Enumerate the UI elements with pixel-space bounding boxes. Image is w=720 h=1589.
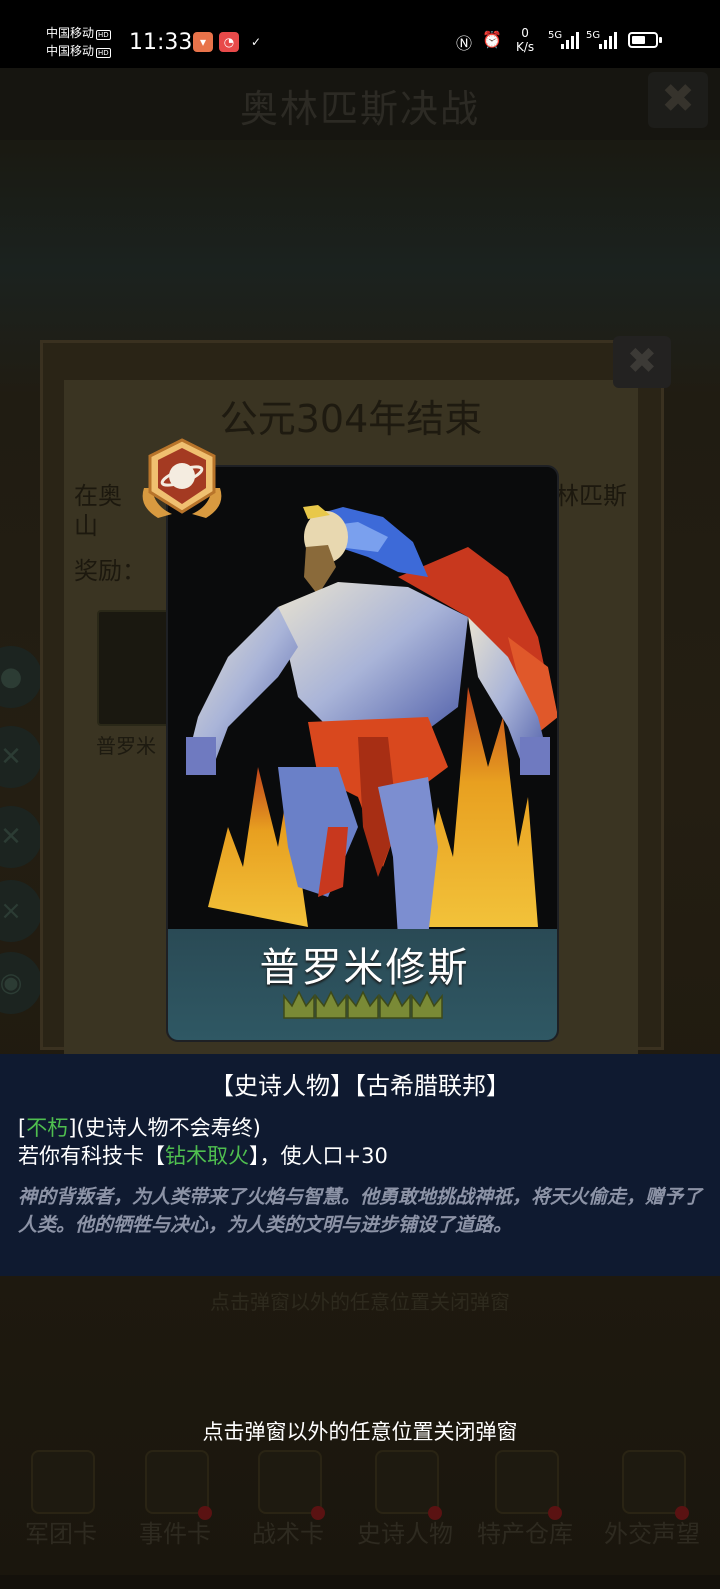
crown-icon [375, 1450, 439, 1514]
background-title: 奥林匹斯决战 [239, 87, 480, 131]
nfc-icon: Ⓝ [456, 34, 473, 53]
app-icon-red: ◔ [219, 32, 239, 52]
background-close-button[interactable]: ✖ [648, 72, 708, 128]
nav-specialty-warehouse[interactable]: 特产仓库 [470, 1450, 580, 1580]
trait-keyword: 不朽 [26, 1116, 69, 1140]
card-description: 神的背叛者，为人类带来了火焰与智慧。他勇敢地挑战神祇，将天火偷走，赠予了人类。他… [18, 1186, 703, 1236]
nav-diplomacy-reputation[interactable]: 外交声望 [597, 1450, 707, 1580]
background-close-hint: 点击弹窗以外的任意位置关闭弹窗 [210, 1290, 510, 1314]
reward-card-label: 普罗米 [96, 734, 156, 758]
card-effect-line: 若你有科技卡【钻木取火】，使人口+30 [18, 1144, 388, 1168]
event-panel-close-button[interactable]: ✖ [613, 336, 671, 388]
carrier-2: 中国移动 HD [46, 44, 111, 58]
card-trait-line: [不朽](史诗人物不会寿终) [18, 1116, 261, 1140]
reward-card-thumbnail[interactable] [97, 610, 171, 726]
alarm-icon: ⏰ [482, 30, 502, 49]
tactic-icon [258, 1450, 322, 1514]
helmet-icon [31, 1450, 95, 1514]
event-panel-text-line2: 山 [74, 512, 98, 540]
clock: 11:33 [129, 30, 193, 55]
envelope-icon [622, 1450, 686, 1514]
battery-icon [628, 32, 662, 48]
battery-level [632, 36, 645, 44]
tech-keyword: 钻木取火 [165, 1144, 249, 1168]
status-bar: 中国移动 HD 中国移动 HD 11:33 ▾ ◔ ✓ Ⓝ ⏰ 0 K/s 5G 5G [0, 0, 720, 68]
signal-1-icon [561, 32, 579, 49]
nav-legion-card[interactable]: 军团卡 [6, 1450, 116, 1580]
signal-2-icon [599, 32, 617, 49]
character-card[interactable]: 普罗米修斯 [166, 465, 559, 1042]
event-panel-title: 公元304年结束 [219, 397, 483, 441]
planet-laurel-badge-icon [142, 438, 222, 518]
app-icon-orange: ▾ [193, 32, 213, 52]
scroll-icon [145, 1450, 209, 1514]
gesture-bar [0, 1575, 720, 1589]
event-panel-reward-label: 奖励： [74, 557, 146, 585]
nav-epic-character[interactable]: 史诗人物 [350, 1450, 460, 1580]
card-tags: 【史诗人物】【古希腊联邦】 [210, 1072, 510, 1100]
card-name: 普罗米修斯 [259, 945, 470, 991]
chest-icon [495, 1450, 559, 1514]
nav-event-card[interactable]: 事件卡 [120, 1450, 230, 1580]
app-icon-check: ✓ [250, 35, 262, 49]
net-speed: 0 K/s [516, 26, 535, 54]
nav-tactic-card[interactable]: 战术卡 [233, 1450, 343, 1580]
event-panel-text-end: 林匹斯 [555, 482, 627, 510]
carrier-1: 中国移动 HD [46, 26, 111, 40]
crown-rating-icon [283, 990, 443, 1019]
